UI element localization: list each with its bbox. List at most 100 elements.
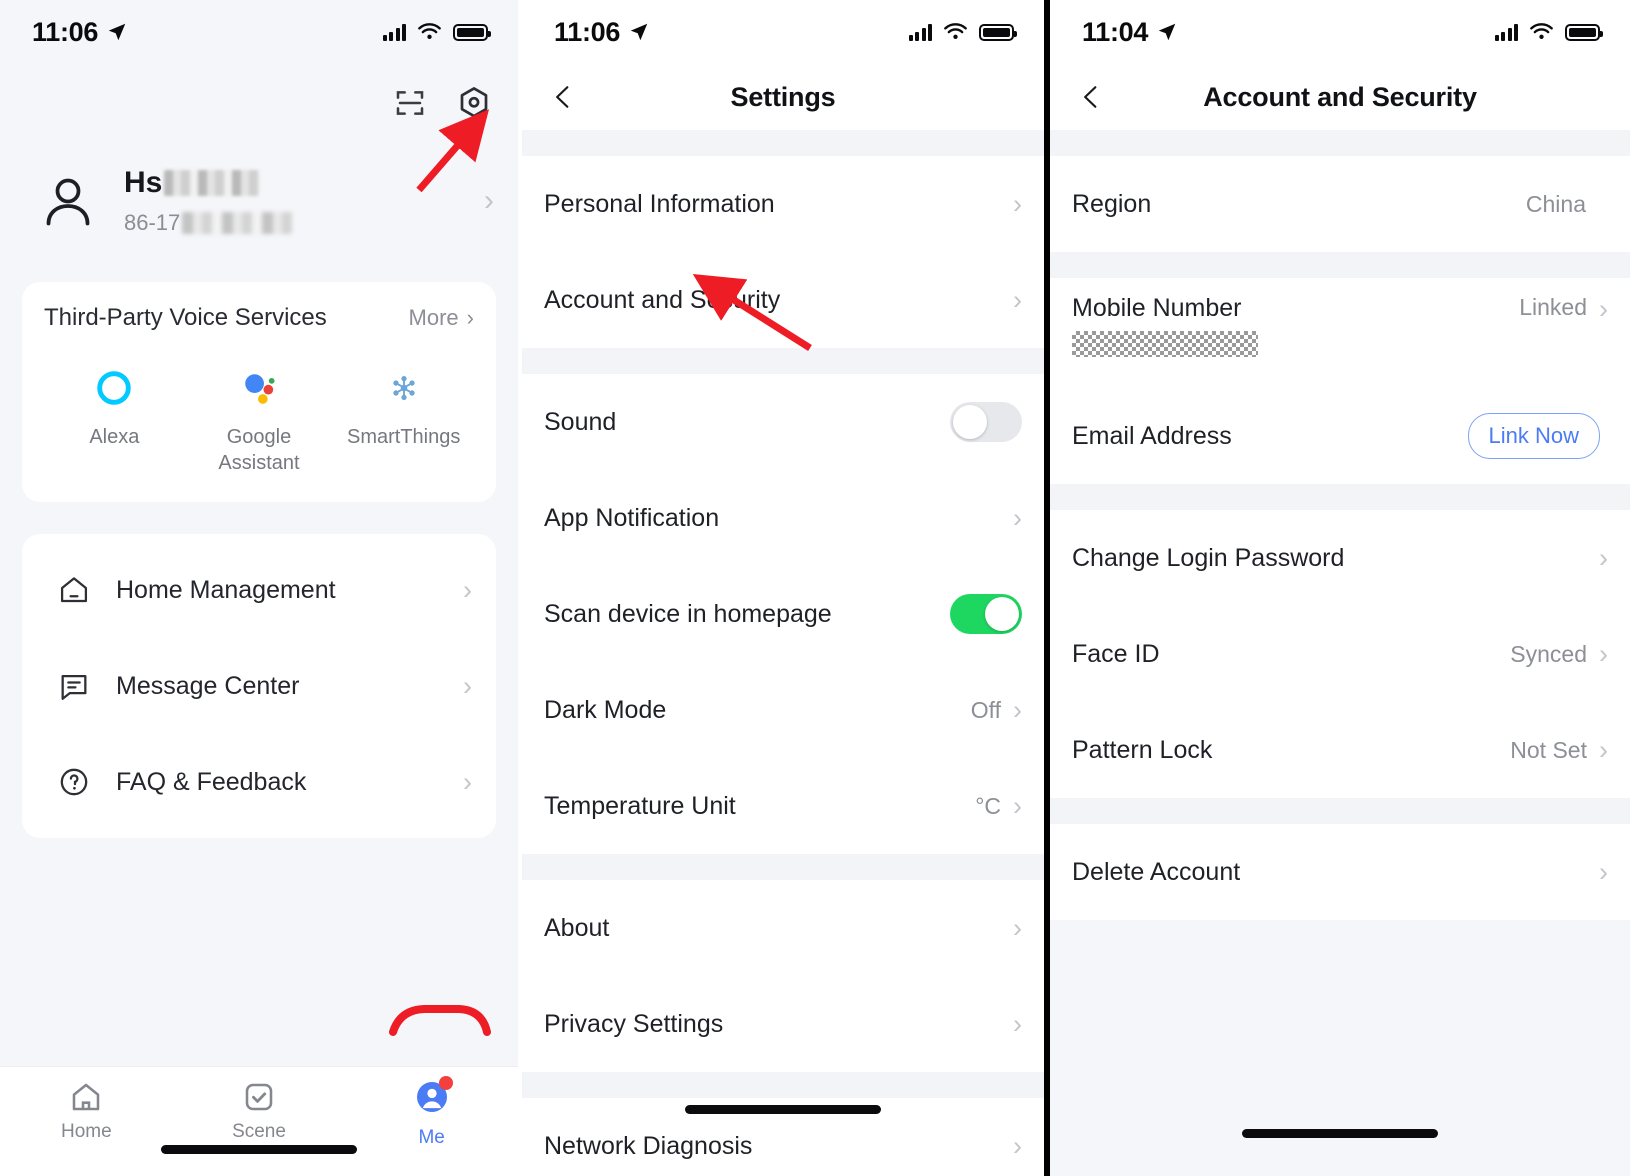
chevron-right-icon: › — [1599, 856, 1608, 887]
chevron-right-icon: › — [463, 766, 472, 797]
settings-row-account-and-security[interactable]: Account and Security › — [522, 252, 1044, 348]
row-label: Scan device in homepage — [544, 599, 832, 628]
status-time: 11:06 — [32, 16, 99, 47]
voice-service-smartthings[interactable]: SmartThings — [331, 366, 476, 476]
sound-toggle[interactable] — [950, 402, 1022, 442]
tab-scene[interactable]: Scene — [173, 1079, 346, 1143]
scan-icon[interactable] — [390, 83, 430, 123]
home-indicator — [685, 1105, 881, 1114]
account-group-security: Change Login Password › Face ID Synced ›… — [1050, 510, 1630, 798]
screenshot-stage: 11:06 Hs 86-17 › Third-Party Voice Servi… — [0, 0, 1630, 1176]
account-row-pattern-lock[interactable]: Pattern Lock Not Set › — [1050, 702, 1630, 798]
status-bar-me: 11:06 — [0, 0, 518, 64]
profile-phone-redaction — [182, 212, 293, 234]
voice-service-label: Google Assistant — [218, 426, 300, 474]
voice-service-label: SmartThings — [346, 426, 461, 448]
location-arrow-icon — [108, 23, 126, 41]
voice-service-google-assistant[interactable]: Google Assistant — [187, 366, 332, 476]
menu-item-faq-feedback[interactable]: FAQ & Feedback › — [22, 734, 496, 830]
profile-name-prefix: Hs — [124, 166, 163, 199]
tab-label: Scene — [232, 1121, 286, 1142]
settings-row-temperature-unit[interactable]: Temperature Unit °C › — [522, 758, 1044, 854]
row-label: Account and Security — [544, 285, 781, 314]
settings-gear-icon[interactable] — [454, 83, 494, 123]
settings-row-personal-information[interactable]: Personal Information › — [522, 156, 1044, 252]
me-tab-badge-dot — [438, 1076, 453, 1090]
settings-row-sound[interactable]: Sound — [522, 374, 1044, 470]
row-label: About — [544, 913, 610, 942]
group-spacer — [1050, 484, 1630, 510]
chevron-right-icon: › — [1013, 790, 1022, 821]
status-time: 11:06 — [554, 16, 621, 47]
profile-phone-prefix: 86-17 — [124, 210, 181, 235]
chevron-right-icon: › — [1599, 638, 1608, 669]
google-assistant-icon — [245, 374, 275, 404]
link-now-button[interactable]: Link Now — [1467, 413, 1600, 459]
menu-item-label: Message Center — [116, 671, 300, 700]
group-spacer — [522, 130, 1044, 156]
chevron-left-icon[interactable] — [1078, 77, 1104, 117]
chevron-right-icon: › — [1013, 188, 1022, 219]
third-party-voice-card: Third-Party Voice Services More › Alexa — [22, 282, 496, 502]
row-label: Change Login Password — [1072, 543, 1345, 572]
menu-item-label: Home Management — [116, 575, 336, 604]
group-spacer — [1050, 798, 1630, 824]
battery-icon — [979, 23, 1017, 41]
chevron-right-icon: › — [1599, 542, 1608, 573]
chevron-right-icon: › — [1013, 502, 1022, 533]
wifi-icon — [1530, 22, 1553, 39]
settings-row-dark-mode[interactable]: Dark Mode Off › — [522, 662, 1044, 758]
scene-check-tab-icon — [245, 1083, 273, 1111]
row-label: Pattern Lock — [1072, 735, 1213, 764]
row-label: Face ID — [1072, 639, 1160, 668]
settings-row-app-notification[interactable]: App Notification › — [522, 470, 1044, 566]
status-bar-account: 11:04 — [1050, 0, 1630, 64]
voice-more-button[interactable]: More › — [409, 305, 474, 331]
status-time: 11:04 — [1082, 16, 1149, 47]
row-label: Personal Information — [544, 189, 775, 218]
message-outline-icon — [54, 669, 94, 703]
question-circle-icon — [54, 765, 94, 799]
account-nav-bar: Account and Security — [1050, 64, 1630, 130]
chevron-right-icon: › — [466, 305, 474, 330]
account-row-mobile-number[interactable]: Mobile Number Linked › — [1050, 278, 1630, 388]
settings-row-about[interactable]: About › — [522, 880, 1044, 976]
account-group-delete: Delete Account › — [1050, 824, 1630, 920]
voice-services-list: Alexa Google Assistant SmartThings — [42, 366, 476, 476]
menu-item-home-management[interactable]: Home Management › — [22, 542, 496, 638]
tab-me[interactable]: Me — [345, 1076, 518, 1149]
row-label: Dark Mode — [544, 695, 667, 724]
mobile-number-masked-value — [1072, 331, 1258, 357]
profile-row[interactable]: Hs 86-17 › — [0, 126, 518, 246]
location-arrow-icon — [1158, 23, 1176, 41]
panel-me-screen: 11:06 Hs 86-17 › Third-Party Voice Servi… — [0, 0, 518, 1176]
account-row-email-address[interactable]: Email Address Link Now — [1050, 388, 1630, 484]
status-icons — [382, 22, 491, 42]
home-indicator — [161, 1145, 357, 1154]
settings-row-privacy-settings[interactable]: Privacy Settings › — [522, 976, 1044, 1072]
voice-card-title: Third-Party Voice Services — [44, 304, 327, 331]
chevron-right-icon: › — [484, 184, 494, 217]
voice-card-header: Third-Party Voice Services More › — [42, 304, 476, 332]
menu-item-message-center[interactable]: Message Center › — [22, 638, 496, 734]
chevron-right-icon: › — [1013, 1130, 1022, 1161]
row-value: Off — [970, 696, 1001, 723]
row-label: Delete Account — [1072, 857, 1241, 886]
status-icons — [908, 22, 1017, 42]
group-spacer — [522, 348, 1044, 374]
chevron-right-icon: › — [1599, 734, 1608, 765]
account-row-change-login-password[interactable]: Change Login Password › — [1050, 510, 1630, 606]
account-row-face-id[interactable]: Face ID Synced › — [1050, 606, 1630, 702]
row-label: Privacy Settings — [544, 1009, 724, 1038]
smartthings-icon — [393, 376, 415, 400]
scan-device-toggle[interactable] — [950, 594, 1022, 634]
status-time-group: 11:06 — [554, 17, 650, 48]
row-label: App Notification — [544, 503, 720, 532]
settings-row-scan-device-in-homepage[interactable]: Scan device in homepage — [522, 566, 1044, 662]
chevron-left-icon[interactable] — [550, 77, 576, 117]
settings-group-preferences: Sound App Notification › Scan device in … — [522, 374, 1044, 854]
menu-item-label: FAQ & Feedback — [116, 767, 307, 796]
voice-service-alexa[interactable]: Alexa — [42, 366, 187, 476]
account-row-delete-account[interactable]: Delete Account › — [1050, 824, 1630, 920]
tab-home[interactable]: Home — [0, 1079, 173, 1143]
